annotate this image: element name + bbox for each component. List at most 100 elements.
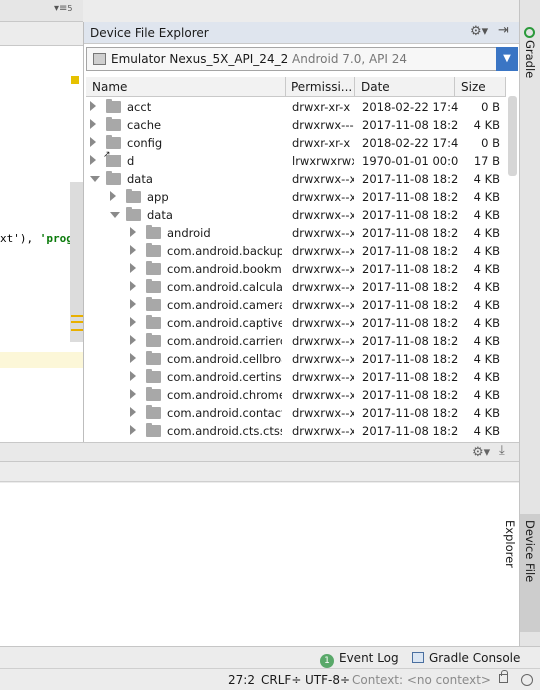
tab-list-dropdown[interactable]: ▾≡5 [54,3,73,14]
file-permissions: drwxrwx--x [292,424,354,438]
file-permissions: drwxrwx--x [292,334,354,348]
symlink-icon [103,150,121,167]
table-row[interactable]: com.android.carriercor drwxrwx--x 2017-11-… [86,332,506,350]
gear-icon[interactable]: ⚙▾ [470,24,488,39]
lower-tool-strip: ⚙▾ ⤓ [0,442,519,462]
file-size: 4 KB [473,334,500,348]
stripe-mark[interactable] [71,315,83,317]
file-name: com.android.contacts [167,406,282,420]
file-permissions: lrwxrwxrwx [292,154,354,168]
table-row[interactable]: acct drwxr-xr-x 2018-02-22 17:43 0 B [86,98,506,116]
table-row[interactable]: config drwxr-xr-x 2018-02-22 17:43 0 B [86,134,506,152]
table-row[interactable]: com.android.captivepc drwxrwx--x 2017-11-0… [86,314,506,332]
column-header-permissions[interactable]: Permissi... [291,80,352,94]
hide-panel-icon[interactable]: ⇥ [498,23,509,38]
chevron-right-icon[interactable] [130,227,136,237]
tree-scrollbar[interactable] [508,96,517,176]
table-row[interactable]: com.android.calculato drwxrwx--x 2017-11-0… [86,278,506,296]
folder-icon [146,297,161,311]
file-date: 2017-11-08 18:25 [362,406,458,420]
column-header-name[interactable]: Name [92,80,127,94]
file-date: 2017-11-08 18:25 [362,334,458,348]
lock-icon[interactable] [499,670,508,683]
file-size: 4 KB [473,226,500,240]
folder-icon [146,405,161,419]
table-row[interactable]: com.android.cellbroad drwxrwx--x 2017-11-0… [86,350,506,368]
chevron-right-icon[interactable] [90,119,96,129]
chevron-right-icon[interactable] [110,191,116,201]
table-row[interactable]: d lrwxrwxrwx 1970-01-01 00:00 17 B [86,150,506,170]
chevron-down-icon[interactable]: ▼ [496,47,518,71]
file-date: 2017-11-08 18:25 [362,424,458,438]
file-name: data [147,208,173,222]
chevron-right-icon[interactable] [130,281,136,291]
folder-icon [146,243,161,257]
device-file-explorer-panel: Device File Explorer ⚙▾ ⇥ Emulator Nexus… [83,22,520,442]
table-row[interactable]: com.android.cts.ctsshi drwxrwx--x 2017-11-… [86,422,506,438]
chevron-down-icon[interactable] [90,176,100,182]
chevron-right-icon[interactable] [130,371,136,381]
column-divider[interactable] [285,77,286,97]
chevron-right-icon[interactable] [130,353,136,363]
file-size: 0 B [481,100,500,114]
file-permissions: drwxrwx--x [292,190,354,204]
chevron-right-icon[interactable] [90,137,96,147]
device-selector[interactable]: Emulator Nexus_5X_API_24_2 Android 7.0, … [86,47,518,71]
caret-position[interactable]: 27:2 [228,673,255,687]
column-divider[interactable] [454,77,455,97]
chevron-right-icon[interactable] [130,299,136,309]
file-name: d [127,154,135,168]
file-permissions: drwxrwx--- [292,118,354,132]
gradle-tool-tab[interactable]: Gradle [520,24,540,86]
warning-marker[interactable] [71,76,79,84]
table-row[interactable]: com.android.camera2 drwxrwx--x 2017-11-08 … [86,296,506,314]
device-file-explorer-tab-label: Device File Explorer [503,520,537,583]
current-line-highlight [0,352,83,368]
table-row[interactable]: com.android.chrome drwxrwx--x 2017-11-08 1… [86,386,506,404]
error-stripe [71,185,83,335]
column-divider[interactable] [354,77,355,97]
chevron-right-icon[interactable] [130,335,136,345]
gear-icon[interactable]: ⚙▾ [472,445,490,460]
stripe-mark[interactable] [71,321,83,323]
right-tool-window-bar: Gradle Device File Explorer [503,0,540,646]
table-row[interactable]: com.android.certinstal drwxrwx--x 2017-11-… [86,368,506,386]
file-permissions: drwxrwx--x [292,226,354,240]
chevron-right-icon[interactable] [90,155,96,165]
chevron-right-icon[interactable] [130,389,136,399]
table-row[interactable]: com.android.bookmar drwxrwx--x 2017-11-08 … [86,260,506,278]
file-size: 0 B [481,136,500,150]
stripe-mark[interactable] [71,329,83,331]
column-header-size[interactable]: Size [461,80,486,94]
gradle-console-button[interactable]: Gradle Console [412,651,520,665]
table-row[interactable]: com.android.backupcc drwxrwx--x 2017-11-08… [86,242,506,260]
chevron-right-icon[interactable] [90,101,96,111]
column-divider[interactable] [505,77,506,97]
table-row[interactable]: com.android.contacts drwxrwx--x 2017-11-08… [86,404,506,422]
table-row[interactable]: data drwxrwx--x 2017-11-08 18:25 4 KB [86,170,506,188]
file-encoding[interactable]: UTF-8÷ [305,673,350,687]
inspector-icon[interactable] [521,674,533,686]
chevron-right-icon[interactable] [130,407,136,417]
chevron-right-icon[interactable] [130,317,136,327]
chevron-right-icon[interactable] [130,263,136,273]
file-size: 4 KB [473,316,500,330]
chevron-down-icon[interactable] [110,212,120,218]
table-row[interactable]: cache drwxrwx--- 2017-11-08 18:25 4 KB [86,116,506,134]
chevron-right-icon[interactable] [130,425,136,435]
column-header-date[interactable]: Date [361,80,390,94]
file-permissions: drwxr-xr-x [292,100,351,114]
device-file-explorer-tool-tab[interactable]: Device File Explorer [503,514,540,632]
file-size: 4 KB [473,370,500,384]
table-row[interactable]: app drwxrwx--x 2017-11-08 18:25 4 KB [86,188,506,206]
event-log-button[interactable]: 1 Event Log [320,651,399,668]
lower-panel-content [0,483,519,646]
table-row[interactable]: android drwxrwx--x 2017-11-08 18:25 4 KB [86,224,506,242]
context-indicator[interactable]: Context: <no context> [352,673,491,687]
file-name: app [147,190,169,204]
file-name: acct [127,100,152,114]
line-separator[interactable]: CRLF÷ [261,673,301,687]
table-row[interactable]: data drwxrwx--x 2017-11-08 18:25 4 KB [86,206,506,224]
minimize-icon[interactable]: ⤓ [499,443,505,458]
chevron-right-icon[interactable] [130,245,136,255]
